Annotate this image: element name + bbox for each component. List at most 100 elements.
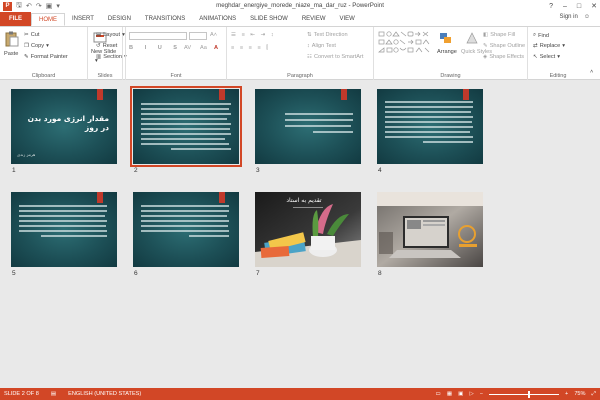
slide-1-subtitle: هرمز زندی (17, 152, 36, 157)
tab-slide-show[interactable]: SLIDE SHOW (243, 13, 295, 26)
clipboard-group: Paste ✂ Cut ❐ Copy ▾ ✎ Format Painter Clipbo… (0, 27, 88, 80)
collapse-ribbon-icon[interactable]: ˄ (590, 69, 593, 75)
help-button[interactable]: ? (549, 3, 553, 10)
font-group: A˄ B I U S AV Aa A Font (125, 27, 227, 80)
zoom-slider-thumb[interactable] (527, 390, 530, 398)
slide-sorter: مقدار انرژی مورد بدن در روز هرمز زندی 1 … (0, 81, 600, 388)
save-icon[interactable]: 🖫 (16, 1, 22, 12)
fit-slide-icon[interactable]: ⤢ (592, 391, 596, 398)
format-painter-button[interactable]: ✎ Format Painter (24, 54, 68, 60)
align-text-button[interactable]: ↕ Align Text (307, 43, 336, 49)
tab-design[interactable]: DESIGN (101, 13, 138, 26)
find-button[interactable]: ⌕ Find (533, 32, 549, 39)
slide-bookmark (341, 89, 347, 100)
redo-icon[interactable]: ↷ (36, 2, 42, 10)
slide-bookmark (219, 89, 225, 100)
tab-home[interactable]: HOME (31, 13, 65, 26)
minimize-button[interactable]: ‒ (563, 3, 567, 10)
smartart-icon: ☷ (307, 54, 313, 60)
tab-insert[interactable]: INSERT (65, 13, 101, 26)
ribbon-tabs: FILE HOME INSERT DESIGN TRANSITIONS ANIM… (0, 12, 600, 26)
font-size-combo[interactable] (189, 32, 207, 40)
slide-thumbnail-5[interactable] (11, 192, 117, 267)
copy-button[interactable]: ❐ Copy ▾ (24, 43, 49, 49)
title-bar: P 🖫 ↶ ↷ ▣ ▾ meghdar_energiye_morede_niaz… (0, 0, 600, 12)
zoom-in-button[interactable]: + (565, 391, 568, 397)
powerpoint-app-icon[interactable]: P (3, 1, 12, 11)
status-right: ▭ ▦ ▣ ▷ − + 75% ⤢ (436, 388, 596, 400)
tab-file[interactable]: FILE (0, 12, 31, 26)
normal-view-icon[interactable]: ▭ (436, 391, 441, 397)
font-name-combo[interactable] (129, 32, 187, 40)
slide-thumbnail-2[interactable] (130, 86, 242, 167)
zoom-slider[interactable] (489, 390, 560, 398)
align-text-icon: ↕ (307, 43, 310, 49)
undo-icon[interactable]: ↶ (26, 2, 32, 10)
grow-font-icon[interactable]: A˄ (210, 32, 217, 38)
start-slideshow-icon[interactable]: ▣ (46, 2, 53, 10)
tab-view[interactable]: VIEW (333, 13, 362, 26)
layout-button[interactable]: ▤ Layout ▾ (96, 32, 125, 38)
tab-transitions[interactable]: TRANSITIONS (138, 13, 192, 26)
arrange-icon[interactable] (439, 32, 453, 46)
select-icon: ↖ (533, 54, 538, 60)
effects-icon: ◈ (483, 54, 488, 60)
language-indicator[interactable]: ENGLISH (UNITED STATES) (68, 391, 141, 397)
slide-number: 7 (256, 270, 260, 277)
slide-bookmark (97, 89, 103, 100)
cut-button[interactable]: ✂ Cut (24, 32, 39, 38)
status-left: SLIDE 2 OF 8 ▤ ENGLISH (UNITED STATES) (0, 391, 141, 397)
reset-button[interactable]: ↺ Reset (96, 43, 117, 49)
select-button[interactable]: ↖ Select ▾ (533, 54, 560, 60)
change-case-icon[interactable]: Aa (200, 45, 207, 51)
convert-smartart-button[interactable]: ☷ Convert to SmartArt (307, 54, 363, 60)
character-spacing-icon[interactable]: AV (184, 45, 191, 51)
list-buttons[interactable]: ☰ ≡ ⇤ ⇥ ↕ (231, 32, 276, 38)
text-direction-button[interactable]: ⇅ Text Direction (307, 32, 348, 38)
slide-thumbnail-4[interactable] (377, 89, 483, 164)
slide-number: 8 (378, 270, 382, 277)
quick-access-toolbar: P 🖫 ↶ ↷ ▣ ▾ (0, 0, 60, 12)
shape-fill-button[interactable]: ◧ Shape Fill (483, 32, 515, 38)
zoom-level[interactable]: 75% (574, 391, 585, 397)
close-button[interactable]: ✕ (591, 2, 597, 10)
reset-icon: ↺ (96, 43, 101, 49)
window-title: meghdar_energiye_morede_niaze_ma_dar_ruz… (216, 2, 384, 9)
tab-animations[interactable]: ANIMATIONS (192, 13, 243, 26)
sign-in-link[interactable]: Sign in (560, 14, 578, 20)
font-color-icon[interactable]: A (214, 45, 218, 51)
alignment-buttons[interactable]: ≡ ≡ ≡ ≡ ⫿ (231, 45, 270, 52)
paste-button[interactable]: Paste (4, 51, 18, 57)
zoom-out-button[interactable]: − (480, 391, 483, 397)
copy-icon: ❐ (24, 43, 30, 49)
replace-button[interactable]: ⇄ Replace ▾ (533, 43, 565, 49)
slideshow-view-icon[interactable]: ▷ (469, 391, 473, 397)
shapes-gallery[interactable] (378, 31, 434, 59)
slide-number: 1 (12, 167, 16, 174)
slide-thumbnail-3[interactable] (255, 89, 361, 164)
quick-styles-icon[interactable] (466, 32, 478, 46)
slide-thumbnail-6[interactable] (133, 192, 239, 267)
slide-thumbnail-8[interactable] (377, 192, 483, 267)
shape-effects-button[interactable]: ◈ Shape Effects (483, 54, 524, 60)
reading-view-icon[interactable]: ▣ (458, 391, 463, 397)
group-label-font: Font (170, 73, 182, 79)
account-icon[interactable]: ☺ (584, 14, 590, 20)
proofing-icon[interactable]: ▤ (51, 391, 56, 397)
slide-8-photo (377, 192, 483, 267)
section-icon: ▥ (96, 54, 102, 60)
slide-thumbnail-7[interactable]: تقدیم به استاد (255, 192, 361, 267)
arrange-button[interactable]: Arrange (437, 49, 457, 55)
group-label-paragraph: Paragraph (287, 73, 313, 79)
tab-review[interactable]: REVIEW (295, 13, 333, 26)
shape-outline-button[interactable]: ✎ Shape Outline (483, 43, 525, 49)
bold-italic-underline-buttons[interactable]: B I U S (129, 45, 182, 51)
maximize-button[interactable]: □ (577, 3, 581, 10)
customize-qat-icon[interactable]: ▾ (56, 2, 60, 10)
section-button[interactable]: ▥ Section ▾ (96, 54, 127, 60)
slide-sorter-view-icon[interactable]: ▦ (447, 391, 452, 397)
slide-thumbnail-1[interactable]: مقدار انرژی مورد بدن در روز هرمز زندی (11, 89, 117, 164)
paste-icon[interactable] (5, 31, 19, 49)
window-controls: ? ‒ □ ✕ (549, 0, 597, 12)
slide-number: 6 (134, 270, 138, 277)
